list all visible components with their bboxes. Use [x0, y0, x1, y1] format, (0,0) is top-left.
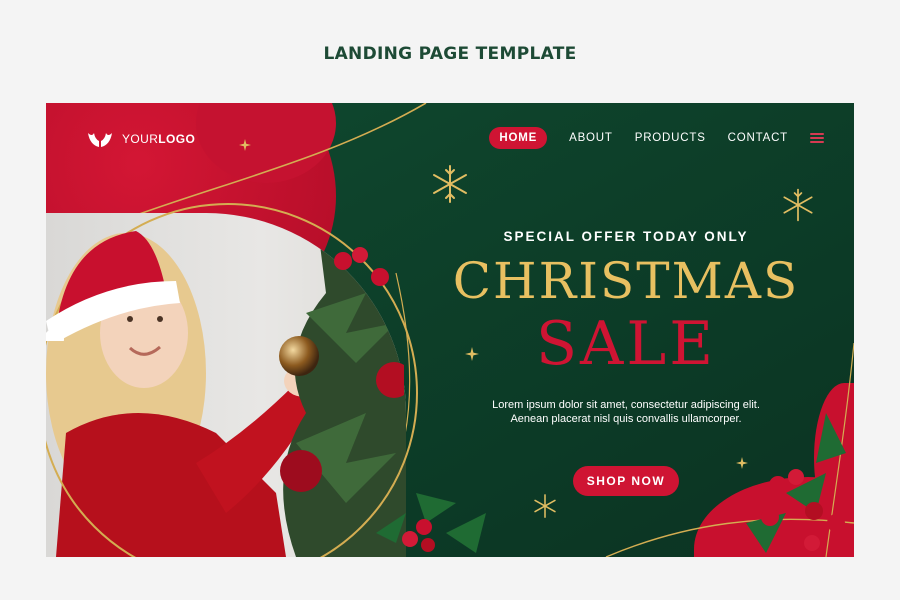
nav-item-about[interactable]: ABOUT [569, 132, 613, 144]
snowflake-icon [783, 188, 813, 222]
hero-banner: YOURLOGO HOME ABOUT PRODUCTS CONTACT SPE… [46, 103, 854, 557]
logo-text: YOURLOGO [122, 132, 196, 146]
menu-icon[interactable] [810, 133, 824, 143]
logo[interactable]: YOURLOGO [86, 129, 195, 149]
offer-text: SPECIAL OFFER TODAY ONLY [503, 229, 749, 244]
ornament-icon [280, 450, 322, 492]
nav-item-home[interactable]: HOME [489, 127, 548, 149]
hero-description-line2: Aenean placerat nisl quis convallis ulla… [510, 413, 742, 425]
hero-title-line1: CHRISTMAS [452, 252, 800, 310]
hero-title-line2: SALE [535, 309, 717, 379]
nav-item-contact[interactable]: CONTACT [728, 132, 788, 144]
hero-copy: SPECIAL OFFER TODAY ONLY CHRISTMAS SALE … [426, 229, 826, 496]
shop-now-button[interactable]: SHOP NOW [572, 466, 680, 496]
holly-berries-icon [334, 247, 389, 286]
nav-item-products[interactable]: PRODUCTS [635, 132, 706, 144]
ornament-icon [279, 336, 319, 376]
logo-antlers-icon [88, 133, 112, 147]
hero-description: Lorem ipsum dolor sit amet, consectetur … [426, 398, 826, 426]
snowflake-icon [433, 165, 467, 203]
sparkle-icon [239, 139, 251, 151]
main-nav: HOME ABOUT PRODUCTS CONTACT [489, 127, 824, 149]
ornament-icon [376, 362, 404, 398]
hero-description-line1: Lorem ipsum dolor sit amet, consectetur … [492, 399, 760, 411]
santa-hat-icon [46, 231, 180, 341]
snowflake-icon [534, 494, 556, 518]
page-heading: LANDING PAGE TEMPLATE [323, 44, 577, 64]
